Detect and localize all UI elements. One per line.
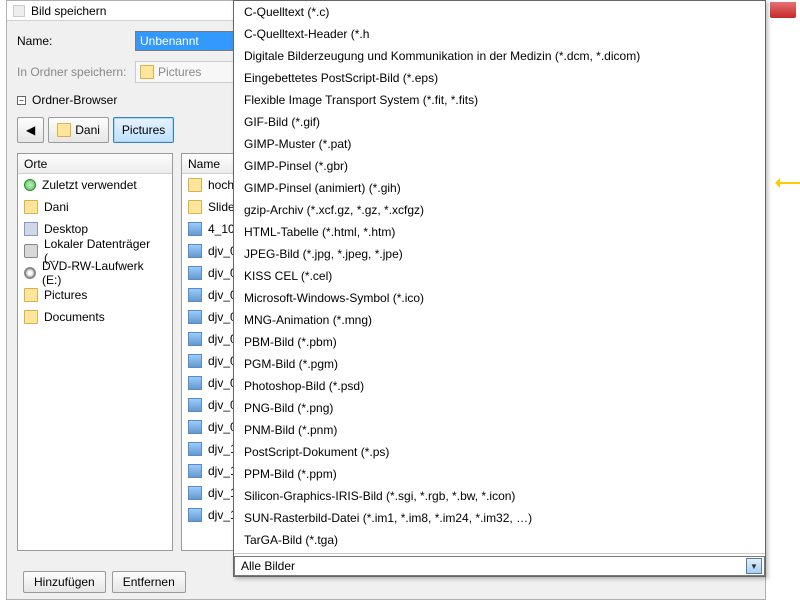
image-icon xyxy=(188,266,202,280)
filetype-option[interactable]: Silicon-Graphics-IRIS-Bild (*.sgi, *.rgb… xyxy=(234,485,765,507)
image-icon xyxy=(188,354,202,368)
image-icon xyxy=(188,332,202,346)
folder-icon xyxy=(24,200,38,214)
image-icon xyxy=(188,464,202,478)
recent-icon xyxy=(24,179,36,191)
image-icon xyxy=(188,420,202,434)
places-item-label: Documents xyxy=(44,310,105,324)
places-item-label: DVD-RW-Laufwerk (E:) xyxy=(42,259,166,287)
filetype-option[interactable]: PNG-Bild (*.png) xyxy=(234,397,765,419)
places-item[interactable]: DVD-RW-Laufwerk (E:) xyxy=(18,262,172,284)
filetype-option[interactable]: GIMP-Muster (*.pat) xyxy=(234,133,765,155)
folder-icon xyxy=(57,123,71,137)
filetype-option[interactable]: GIF-Bild (*.gif) xyxy=(234,111,765,133)
folder-icon xyxy=(24,288,38,302)
filetype-option[interactable]: PNM-Bild (*.pnm) xyxy=(234,419,765,441)
filetype-option[interactable]: GIMP-Pinsel (animiert) (*.gih) xyxy=(234,177,765,199)
image-icon xyxy=(188,376,202,390)
filetype-option[interactable]: PPM-Bild (*.ppm) xyxy=(234,463,765,485)
path-seg-label: Pictures xyxy=(122,123,165,137)
add-button[interactable]: Hinzufügen xyxy=(23,571,106,593)
folder-icon xyxy=(140,65,154,79)
filetype-option[interactable]: Eingebettetes PostScript-Bild (*.eps) xyxy=(234,67,765,89)
folder-icon xyxy=(188,200,202,214)
image-icon xyxy=(188,508,202,522)
places-item-label: Zuletzt verwendet xyxy=(42,178,137,192)
folder-icon xyxy=(24,310,38,324)
folder-label: In Ordner speichern: xyxy=(17,65,135,79)
filetype-option[interactable]: PGM-Bild (*.pgm) xyxy=(234,353,765,375)
chevron-down-icon: ▼ xyxy=(746,558,762,574)
remove-button[interactable]: Entfernen xyxy=(112,571,186,593)
filetype-option[interactable]: C-Quelltext (*.c) xyxy=(234,1,765,23)
remove-button-label: Entfernen xyxy=(123,575,175,589)
timeline-marker xyxy=(780,182,800,184)
filetype-option[interactable]: gzip-Archiv (*.xcf.gz, *.gz, *.xcfgz) xyxy=(234,199,765,221)
places-item-label: Dani xyxy=(44,200,69,214)
expander-icon: − xyxy=(17,96,26,105)
filetype-option[interactable]: JPEG-Bild (*.jpg, *.jpeg, *.jpe) xyxy=(234,243,765,265)
path-seg-label: Dani xyxy=(75,123,100,137)
filetype-option[interactable]: PostScript-Dokument (*.ps) xyxy=(234,441,765,463)
places-item[interactable]: Documents xyxy=(18,306,172,328)
image-icon xyxy=(188,398,202,412)
back-icon: ◀ xyxy=(26,123,35,137)
places-item[interactable]: Zuletzt verwendet xyxy=(18,174,172,196)
name-label: Name: xyxy=(17,34,135,48)
filetype-option[interactable]: Flexible Image Transport System (*.fit, … xyxy=(234,89,765,111)
dropdown-separator xyxy=(234,553,765,554)
filetype-option[interactable]: SUN-Rasterbild-Datei (*.im1, *.im8, *.im… xyxy=(234,507,765,529)
path-seg-dani[interactable]: Dani xyxy=(48,117,109,143)
filetype-option[interactable]: GIMP-Pinsel (*.gbr) xyxy=(234,155,765,177)
places-item-label: Desktop xyxy=(44,222,88,236)
back-button[interactable]: ◀ xyxy=(17,117,44,143)
filetype-option[interactable]: Microsoft-Windows-Symbol (*.ico) xyxy=(234,287,765,309)
places-item-label: Pictures xyxy=(44,288,87,302)
desktop-icon xyxy=(24,222,38,236)
drive-icon xyxy=(24,244,38,258)
filetype-option[interactable]: KISS CEL (*.cel) xyxy=(234,265,765,287)
filetype-combo[interactable]: Alle Bilder ▼ xyxy=(234,556,765,576)
image-icon xyxy=(188,244,202,258)
filetype-option[interactable]: TarGA-Bild (*.tga) xyxy=(234,529,765,551)
filetype-combo-value: Alle Bilder xyxy=(241,559,295,573)
filetype-dropdown[interactable]: C-Quelltext (*.c)C-Quelltext-Header (*.h… xyxy=(233,0,766,577)
window-title: Bild speichern xyxy=(31,4,106,18)
image-icon xyxy=(188,222,202,236)
folder-value: Pictures xyxy=(158,65,201,79)
disc-icon xyxy=(24,267,36,279)
filetype-option[interactable]: Digitale Bilderzeugung und Kommunikation… xyxy=(234,45,765,67)
image-icon xyxy=(188,288,202,302)
close-button[interactable] xyxy=(770,2,796,18)
places-header: Orte xyxy=(18,154,172,174)
filetype-option[interactable]: Photoshop-Bild (*.psd) xyxy=(234,375,765,397)
add-button-label: Hinzufügen xyxy=(34,575,95,589)
filetype-option[interactable]: MNG-Animation (*.mng) xyxy=(234,309,765,331)
image-icon xyxy=(188,486,202,500)
image-icon xyxy=(188,442,202,456)
places-item[interactable]: Dani xyxy=(18,196,172,218)
folder-icon xyxy=(188,178,202,192)
filetype-option[interactable]: HTML-Tabelle (*.html, *.htm) xyxy=(234,221,765,243)
places-panel: Orte Zuletzt verwendetDaniDesktopLokaler… xyxy=(17,153,173,551)
expander-label: Ordner-Browser xyxy=(32,93,117,107)
path-seg-pictures[interactable]: Pictures xyxy=(113,117,174,143)
image-icon xyxy=(188,310,202,324)
filetype-option[interactable]: PBM-Bild (*.pbm) xyxy=(234,331,765,353)
app-icon xyxy=(13,5,25,17)
filetype-option[interactable]: C-Quelltext-Header (*.h xyxy=(234,23,765,45)
places-item[interactable]: Pictures xyxy=(18,284,172,306)
